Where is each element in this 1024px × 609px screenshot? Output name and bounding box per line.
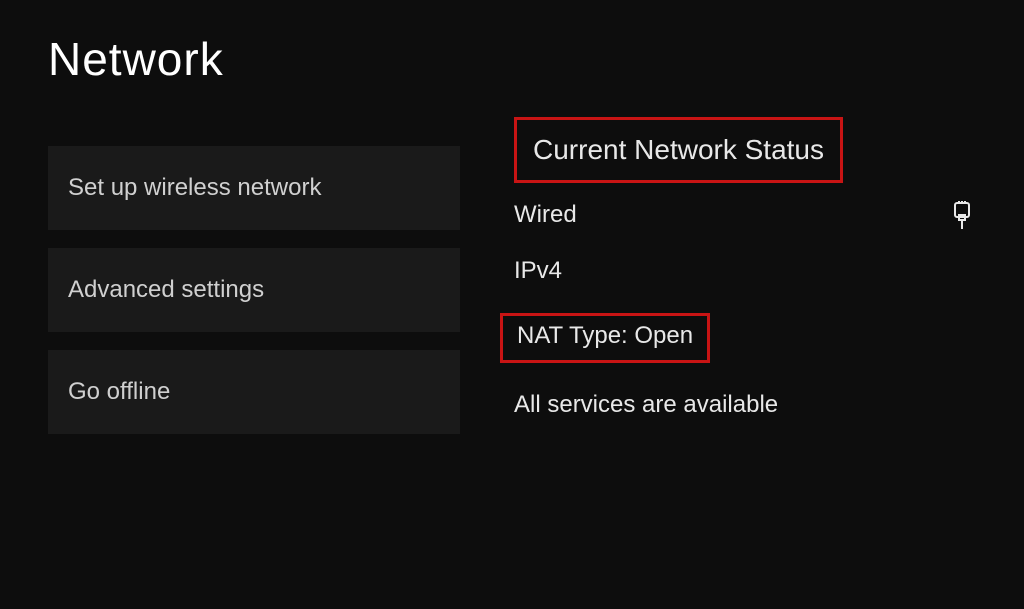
ethernet-icon [952, 201, 972, 229]
content-area: Set up wireless network Advanced setting… [0, 146, 1024, 452]
connection-type-label: Wired [514, 201, 577, 229]
status-heading: Current Network Status [514, 117, 843, 183]
page-title: Network [0, 0, 1024, 86]
connection-type-row: Wired [514, 201, 974, 229]
menu-setup-wireless[interactable]: Set up wireless network [48, 146, 460, 230]
nat-type-label: NAT Type: Open [517, 322, 693, 349]
menu-column: Set up wireless network Advanced setting… [0, 146, 480, 452]
nat-type-row: NAT Type: Open [500, 313, 710, 363]
ip-version-row: IPv4 [514, 257, 974, 285]
menu-go-offline[interactable]: Go offline [48, 350, 460, 434]
menu-advanced-settings[interactable]: Advanced settings [48, 248, 460, 332]
services-label: All services are available [514, 391, 778, 418]
ip-version-label: IPv4 [514, 257, 562, 284]
status-column: Current Network Status Wired IPv4 NAT Ty… [480, 146, 974, 452]
services-row: All services are available [514, 391, 974, 419]
